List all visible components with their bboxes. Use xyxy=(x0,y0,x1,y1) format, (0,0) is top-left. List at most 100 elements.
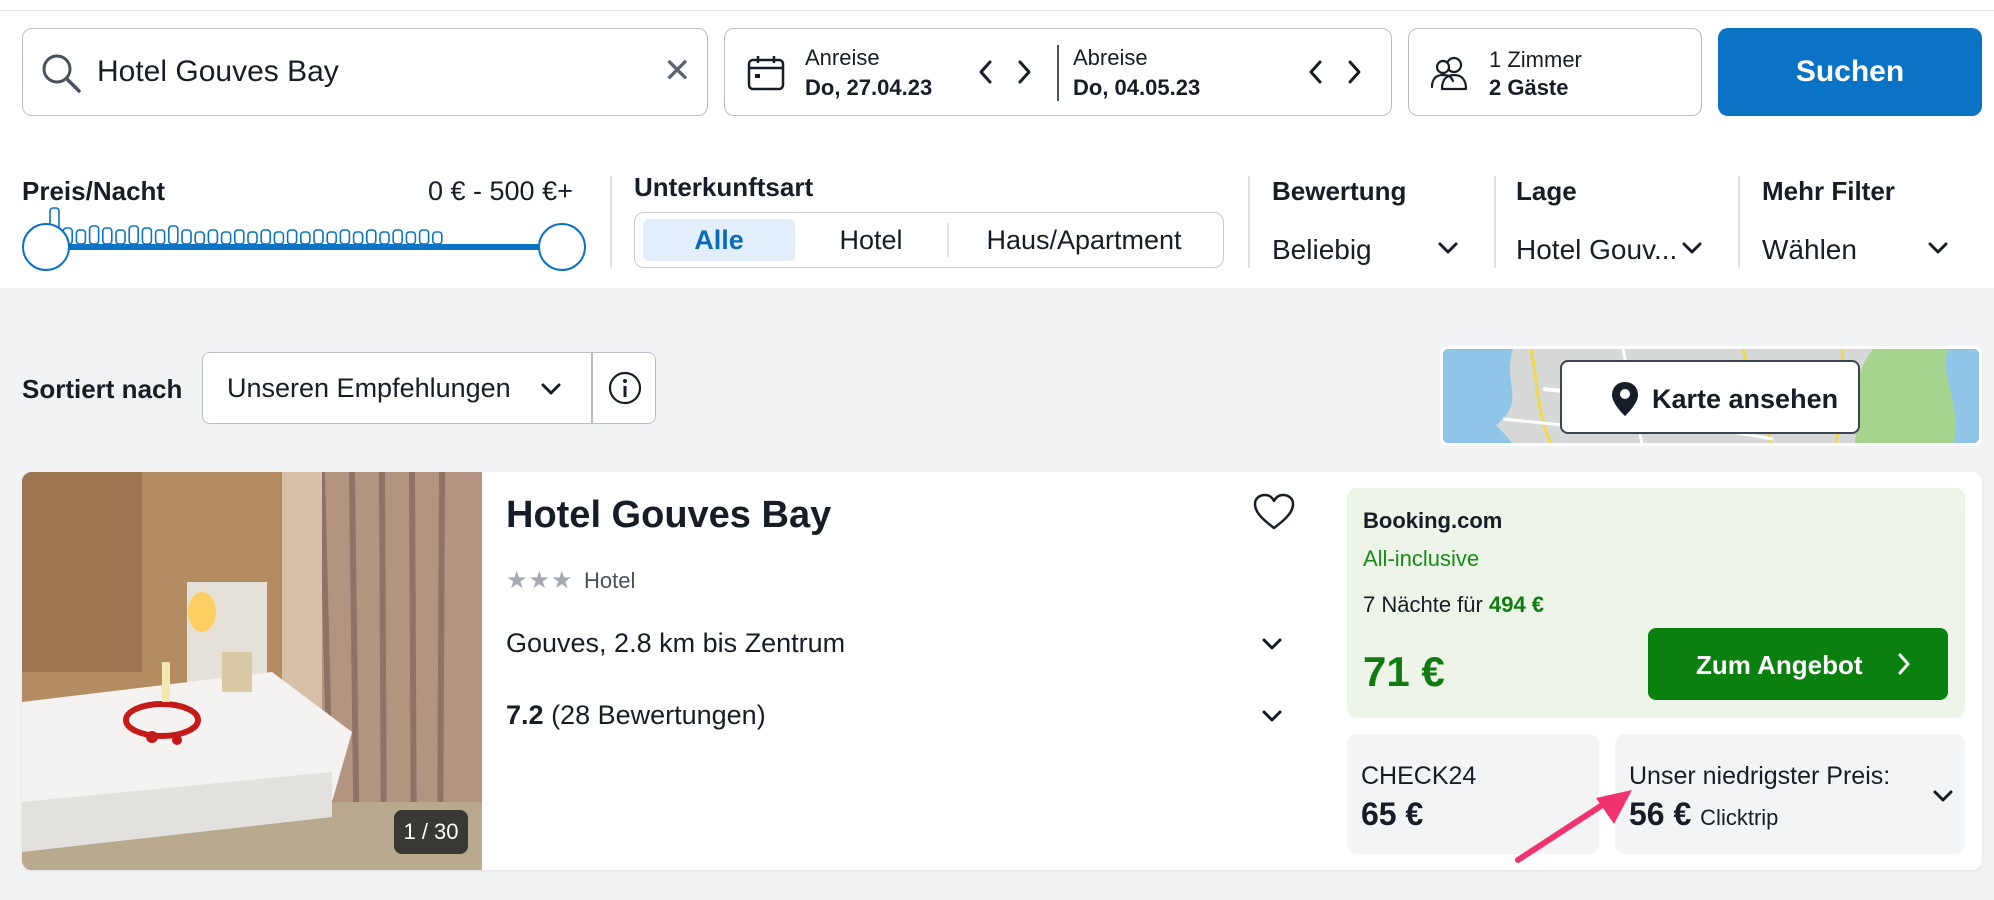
deal-price: 56 € xyxy=(1629,796,1692,832)
nights-text: 7 Nächte für xyxy=(1363,592,1483,617)
histogram-bar xyxy=(168,225,179,245)
view-map-button[interactable]: Karte ansehen xyxy=(1560,360,1860,434)
lowest-price: 56 € Clicktrip xyxy=(1629,796,1778,833)
histogram-bar xyxy=(75,229,87,245)
histogram-bar xyxy=(405,231,417,245)
histogram-bar xyxy=(88,225,100,245)
price-range-value: 0 € - 500 €+ xyxy=(428,176,573,206)
histogram-bar xyxy=(260,229,271,245)
price-histogram xyxy=(49,207,443,245)
checkin-label: Anreise xyxy=(805,45,880,70)
chevron-right-icon[interactable] xyxy=(1013,57,1035,87)
sort-dropdown[interactable]: Unseren Empfehlungen xyxy=(202,352,656,424)
price-slider-track[interactable] xyxy=(46,244,564,250)
hotel-name[interactable]: Hotel Gouves Bay xyxy=(506,494,831,537)
search-icon xyxy=(42,54,81,93)
type-option-all[interactable]: Alle xyxy=(643,219,795,261)
calendar-icon xyxy=(747,56,785,91)
search-button[interactable]: Suchen xyxy=(1718,28,1982,116)
histogram-bar xyxy=(286,229,298,245)
view-offer-button[interactable]: Zum Angebot xyxy=(1648,628,1948,700)
chevron-down-icon[interactable] xyxy=(1680,240,1704,256)
price-slider-min-handle[interactable] xyxy=(22,223,70,271)
deal-board: All-inclusive xyxy=(1363,546,1480,571)
other-deal[interactable]: CHECK24 65 € xyxy=(1347,734,1599,854)
rating-filter-value[interactable]: Beliebig xyxy=(1272,234,1372,266)
chevron-down-icon[interactable] xyxy=(1260,636,1284,652)
sort-value: Unseren Empfehlungen xyxy=(227,373,511,403)
chevron-down-icon[interactable] xyxy=(1436,240,1460,256)
deal-price: 65 € xyxy=(1361,796,1424,832)
histogram-bar xyxy=(273,231,285,245)
location-filter-title: Lage xyxy=(1516,176,1577,206)
histogram-bar xyxy=(154,229,166,245)
more-filters-value[interactable]: Wählen xyxy=(1762,234,1857,266)
type-option-house-apartment[interactable]: Haus/Apartment xyxy=(953,219,1215,261)
deal-provider: CHECK24 xyxy=(1361,762,1477,790)
accommodation-type-toggle: Alle Hotel Haus/Apartment xyxy=(634,212,1224,268)
deal-total: 494 € xyxy=(1488,592,1545,617)
checkout-value[interactable]: Do, 04.05.23 xyxy=(1073,75,1200,101)
divider xyxy=(591,353,593,423)
divider xyxy=(1494,176,1496,268)
hotel-type: Hotel xyxy=(584,568,636,593)
histogram-bar xyxy=(339,229,351,245)
divider xyxy=(0,10,1994,11)
deal-provider: Booking.com xyxy=(1363,508,1503,533)
price-slider-max-handle[interactable] xyxy=(538,223,586,271)
search-input[interactable]: Hotel Gouves Bay xyxy=(97,55,339,89)
rating-score: 7.2 xyxy=(506,700,544,730)
histogram-bar xyxy=(234,229,245,245)
heart-icon[interactable] xyxy=(1252,492,1296,532)
histogram-bar xyxy=(115,229,126,245)
divider xyxy=(610,176,612,268)
more-filters-title: Mehr Filter xyxy=(1762,176,1895,206)
histogram-bar xyxy=(431,231,443,245)
histogram-bar xyxy=(313,229,324,245)
chevron-down-icon xyxy=(541,383,561,395)
histogram-bar xyxy=(352,231,364,245)
chevron-left-icon[interactable] xyxy=(1305,57,1327,87)
histogram-bar xyxy=(128,225,139,245)
search-field[interactable]: Hotel Gouves Bay ✕ xyxy=(22,28,708,116)
map-pin-icon xyxy=(1612,382,1638,416)
histogram-bar xyxy=(181,229,192,245)
deal-price: 71 € xyxy=(1363,648,1445,695)
rating-filter-title: Bewertung xyxy=(1272,176,1407,206)
histogram-bar xyxy=(365,229,377,245)
chevron-down-icon[interactable] xyxy=(1926,240,1950,256)
chevron-down-icon[interactable] xyxy=(1260,708,1284,724)
chevron-left-icon[interactable] xyxy=(975,57,997,87)
histogram-bar xyxy=(220,231,232,245)
deal-provider: Clicktrip xyxy=(1700,805,1779,830)
checkout-label: Abreise xyxy=(1073,45,1148,70)
hotel-rating: 7.2 (28 Bewertungen) xyxy=(506,700,766,731)
divider xyxy=(1248,176,1250,268)
location-filter-value[interactable]: Hotel Gouv... xyxy=(1516,234,1677,266)
star-rating: ★★★ xyxy=(506,567,574,594)
checkin-value[interactable]: Do, 27.04.23 xyxy=(805,75,932,101)
histogram-bar xyxy=(379,231,390,245)
hotel-location: Gouves, 2.8 km bis Zentrum xyxy=(506,628,846,658)
sort-label: Sortiert nach xyxy=(22,374,183,404)
info-icon[interactable] xyxy=(607,370,643,406)
hotel-card[interactable]: 1 / 30 Hotel Gouves Bay ★★★ Hotel Gouves… xyxy=(22,472,1982,870)
lowest-price-deal[interactable]: Unser niedrigster Preis: 56 € Clicktrip xyxy=(1615,734,1965,854)
divider xyxy=(1738,176,1740,268)
date-picker[interactable]: Anreise Do, 27.04.23 Abreise Do, 04.05.2… xyxy=(724,28,1392,116)
view-offer-label: Zum Angebot xyxy=(1696,650,1863,680)
histogram-bar xyxy=(207,229,219,245)
chevron-right-icon[interactable] xyxy=(1343,57,1365,87)
histogram-bar xyxy=(392,229,404,245)
type-option-hotel[interactable]: Hotel xyxy=(799,219,943,261)
histogram-bar xyxy=(141,227,153,245)
rating-count: (28 Bewertungen) xyxy=(551,700,766,730)
histogram-bar xyxy=(326,231,338,245)
hotel-photo[interactable]: 1 / 30 xyxy=(22,472,482,870)
price-filter-title: Preis/Nacht xyxy=(22,176,166,206)
histogram-bar xyxy=(247,231,258,245)
guests-selector[interactable]: 1 Zimmer 2 Gäste xyxy=(1408,28,1702,116)
photo-counter: 1 / 30 xyxy=(394,810,468,854)
histogram-bar xyxy=(101,227,113,245)
close-icon[interactable]: ✕ xyxy=(663,51,692,91)
